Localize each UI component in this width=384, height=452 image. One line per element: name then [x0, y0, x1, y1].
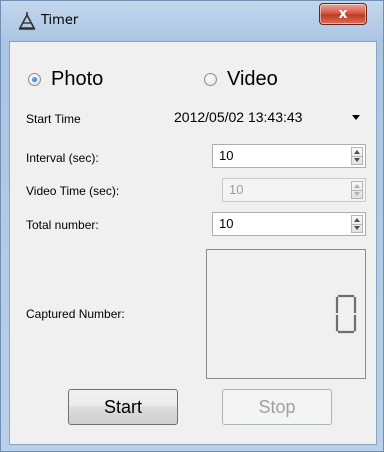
interval-value: 10 — [219, 148, 234, 163]
video-radio-indicator[interactable] — [204, 73, 217, 86]
start-button-label: Start — [103, 397, 142, 417]
start-button[interactable]: Start — [68, 389, 178, 425]
stop-button-label: Stop — [258, 397, 296, 417]
spinner-divider — [352, 190, 362, 191]
total-number-label: Total number: — [26, 218, 99, 232]
video-time-input[interactable]: 10 — [222, 178, 366, 202]
interval-input[interactable]: 10 — [212, 144, 366, 168]
captured-number-display: 0 — [206, 249, 366, 379]
start-time-label: Start Time — [26, 112, 81, 126]
chevron-down-icon[interactable] — [352, 115, 360, 120]
video-time-value: 10 — [229, 182, 244, 197]
timer-icon — [18, 12, 36, 30]
video-time-spinner[interactable] — [351, 181, 363, 199]
captured-number-label: Captured Number: — [26, 307, 125, 321]
video-radio-label: Video — [227, 68, 278, 90]
dialog-body: Photo Video Start Time 2012/05/02 13:43:… — [9, 41, 377, 445]
photo-radio-label: Photo — [51, 68, 104, 90]
close-button[interactable]: x — [319, 3, 367, 25]
total-number-value: 10 — [219, 216, 234, 231]
start-time-value: 2012/05/02 13:43:43 — [174, 109, 303, 125]
photo-radio-indicator[interactable] — [28, 73, 41, 86]
video-time-label: Video Time (sec): — [26, 184, 120, 198]
window-title: Timer — [41, 13, 79, 28]
close-icon: x — [338, 6, 348, 22]
timer-window: Timer x Photo Video Start Time 2012/05/0… — [0, 0, 384, 452]
seven-segment-digit — [335, 294, 357, 334]
spinner-divider — [352, 224, 362, 225]
title-bar[interactable]: Timer x — [1, 1, 383, 41]
interval-label: Interval (sec): — [26, 151, 99, 165]
spinner-divider — [352, 156, 362, 157]
photo-radio[interactable]: Photo — [28, 68, 103, 91]
start-time-dropdown[interactable]: 2012/05/02 13:43:43 — [170, 106, 366, 130]
total-number-input[interactable]: 10 — [212, 212, 366, 236]
interval-spinner[interactable] — [351, 147, 363, 165]
video-radio[interactable]: Video — [204, 68, 278, 91]
stop-button[interactable]: Stop — [222, 389, 332, 425]
total-number-spinner[interactable] — [351, 215, 363, 233]
